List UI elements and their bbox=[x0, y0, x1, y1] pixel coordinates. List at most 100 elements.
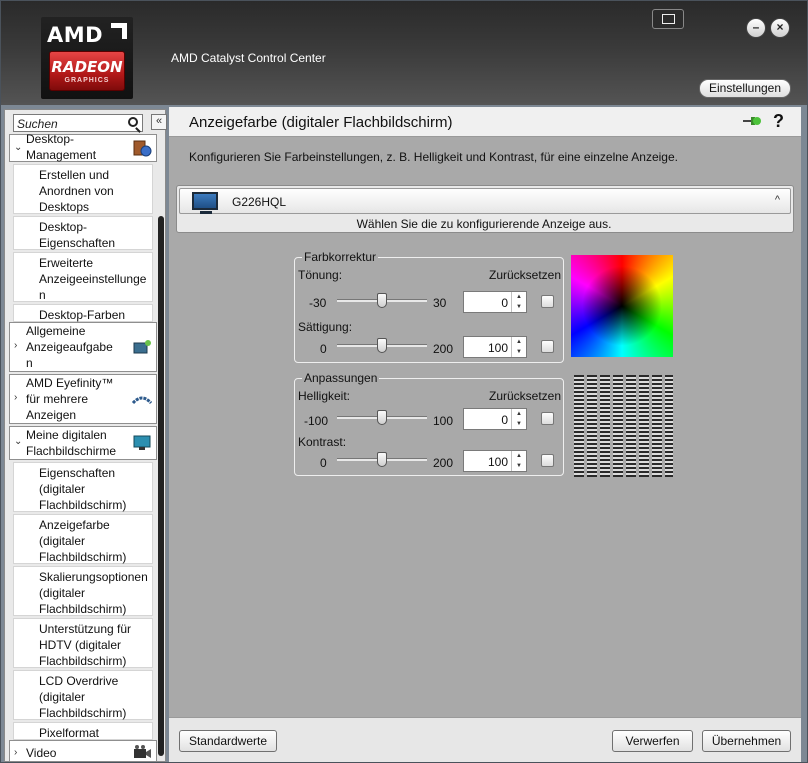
spinner-arrows-icon[interactable]: ▲ ▼ bbox=[511, 337, 526, 357]
nav-item-label: Desktop-Farben bbox=[39, 308, 126, 322]
nav-item-label: Unterstützung für HDTV (digitaler Flachb… bbox=[39, 622, 132, 668]
nav-category-general-display-tasks[interactable]: › Allgemeine Anzeigeaufgabe n bbox=[9, 322, 157, 372]
nav-item-display-color[interactable]: Anzeigefarbe (digitaler Flachbildschirm) bbox=[13, 514, 153, 564]
nav-category-amd-eyefinity[interactable]: › AMD Eyefinity™ für mehrere Anzeigen bbox=[9, 374, 157, 424]
chevron-up-icon[interactable]: ^ bbox=[775, 194, 780, 206]
spinner-arrows-icon[interactable]: ▲ ▼ bbox=[511, 409, 526, 429]
saturation-slider[interactable] bbox=[337, 338, 427, 353]
nav-item-label: LCD Overdrive (digitaler Flachbildschirm… bbox=[39, 674, 127, 720]
slider-thumb[interactable] bbox=[377, 293, 387, 308]
hue-value-input[interactable]: 0 ▲ ▼ bbox=[463, 291, 527, 313]
desktop-management-icon bbox=[133, 140, 152, 157]
nav-item-flat-panel-properties[interactable]: Eigenschaften (digitaler Flachbildschirm… bbox=[13, 462, 153, 512]
help-icon[interactable]: ? bbox=[773, 111, 784, 132]
defaults-button[interactable]: Standardwerte bbox=[179, 730, 277, 752]
slider-thumb[interactable] bbox=[377, 452, 387, 467]
nav-item-label: Pixelformat bbox=[39, 726, 100, 740]
search-input[interactable]: Suchen bbox=[13, 114, 143, 132]
slider-thumb[interactable] bbox=[377, 338, 387, 353]
nav-item-label: Anzeigefarbe (digitaler Flachbildschirm) bbox=[39, 518, 127, 564]
nav-item-lcd-overdrive[interactable]: LCD Overdrive (digitaler Flachbildschirm… bbox=[13, 670, 153, 720]
nav-item-hdtv-support[interactable]: Unterstützung für HDTV (digitaler Flachb… bbox=[13, 618, 153, 668]
nav-item-label: Erstellen und Anordnen von Desktops bbox=[39, 168, 114, 214]
nav-item-create-arrange-desktops[interactable]: Erstellen und Anordnen von Desktops bbox=[13, 164, 153, 214]
sidebar-scrollbar[interactable] bbox=[158, 216, 164, 756]
minimize-button[interactable]: – bbox=[746, 18, 766, 38]
contrast-slider[interactable] bbox=[337, 452, 427, 467]
logo-graphics-text: GRAPHICS bbox=[64, 77, 110, 84]
color-preview-image bbox=[571, 255, 673, 357]
contrast-reset-checkbox[interactable] bbox=[541, 454, 554, 467]
page-header: Anzeigefarbe (digitaler Flachbildschirm)… bbox=[169, 107, 801, 137]
app-header: AMD RADEON GRAPHICS AMD Catalyst Control… bbox=[1, 1, 807, 105]
reset-label: Zurücksetzen bbox=[489, 389, 562, 403]
page-title: Anzeigefarbe (digitaler Flachbildschirm) bbox=[189, 114, 453, 131]
nav-category-desktop-management[interactable]: ⌄ Desktop- Management bbox=[9, 134, 157, 162]
radeon-badge: RADEON GRAPHICS bbox=[49, 51, 125, 91]
app-title: AMD Catalyst Control Center bbox=[171, 51, 326, 65]
display-switch-icon[interactable] bbox=[652, 9, 684, 29]
chevron-right-icon: › bbox=[14, 392, 18, 403]
saturation-reset-checkbox[interactable] bbox=[541, 340, 554, 353]
chevron-right-icon: › bbox=[14, 340, 18, 351]
display-tasks-icon bbox=[133, 340, 151, 354]
hue-label: Tönung: bbox=[298, 268, 343, 282]
spinner-arrows-icon[interactable]: ▲ ▼ bbox=[511, 292, 526, 312]
pin-icon[interactable] bbox=[743, 116, 761, 126]
contrast-min-label: 0 bbox=[320, 456, 327, 470]
navigation-tree: ⌄ Desktop- Management Erstellen und Anor… bbox=[9, 134, 157, 761]
nav-item-label: Skalierungsoptionen (digitaler Flachbild… bbox=[39, 570, 148, 616]
brightness-label: Helligkeit: bbox=[298, 389, 351, 403]
contrast-label: Kontrast: bbox=[298, 435, 347, 449]
footer-bar: Standardwerte Verwerfen Übernehmen bbox=[169, 717, 801, 762]
logo-amd-text: AMD bbox=[47, 23, 104, 47]
adjustments-title: Anpassungen bbox=[302, 371, 380, 385]
hue-slider[interactable] bbox=[337, 293, 427, 308]
apply-button[interactable]: Übernehmen bbox=[702, 730, 791, 752]
nav-item-advanced-display-settings[interactable]: Erweiterte Anzeigeeinstellunge n bbox=[13, 252, 153, 302]
slider-thumb[interactable] bbox=[377, 410, 387, 425]
settings-button[interactable]: Einstellungen bbox=[699, 79, 791, 98]
discard-button[interactable]: Verwerfen bbox=[612, 730, 693, 752]
nav-category-my-digital-flat-panels[interactable]: ⌄ Meine digitalen Flachbildschirme bbox=[9, 426, 157, 460]
contrast-value-input[interactable]: 100 ▲ ▼ bbox=[463, 450, 527, 472]
brightness-value-input[interactable]: 0 ▲ ▼ bbox=[463, 408, 527, 430]
nav-category-label: AMD Eyefinity™ für mehrere Anzeigen bbox=[26, 376, 114, 422]
nav-item-label: Erweiterte Anzeigeeinstellunge n bbox=[39, 256, 147, 302]
monitor-icon bbox=[192, 192, 218, 214]
close-button[interactable]: × bbox=[770, 18, 790, 38]
hue-reset-checkbox[interactable] bbox=[541, 295, 554, 308]
nav-category-label: Meine digitalen Flachbildschirme bbox=[26, 428, 117, 458]
nav-item-desktop-colors[interactable]: Desktop-Farben bbox=[13, 304, 153, 322]
nav-item-desktop-properties[interactable]: Desktop- Eigenschaften bbox=[13, 216, 153, 250]
display-selector-hint: Wählen Sie die zu konfigurierende Anzeig… bbox=[356, 217, 612, 231]
color-correction-group: Farbkorrektur Tönung: Zurücksetzen -30 3… bbox=[294, 250, 564, 363]
saturation-value-input[interactable]: 100 ▲ ▼ bbox=[463, 336, 527, 358]
saturation-min-label: 0 bbox=[320, 342, 327, 356]
brightness-reset-checkbox[interactable] bbox=[541, 412, 554, 425]
selected-display-name: G226HQL bbox=[232, 195, 287, 209]
app-window: AMD RADEON GRAPHICS AMD Catalyst Control… bbox=[0, 0, 808, 763]
nav-category-label: Video bbox=[26, 746, 57, 760]
contrast-max-label: 200 bbox=[433, 456, 454, 470]
brightness-slider[interactable] bbox=[337, 410, 427, 425]
flat-panel-icon bbox=[133, 435, 151, 450]
brightness-min-label: -100 bbox=[304, 414, 329, 428]
logo-radeon-text: RADEON bbox=[51, 58, 123, 76]
saturation-max-label: 200 bbox=[433, 342, 454, 356]
search-icon[interactable] bbox=[128, 117, 138, 127]
display-selector-panel: G226HQL ^ Wählen Sie die zu konfiguriere… bbox=[176, 185, 794, 233]
nav-category-video[interactable]: › Video bbox=[9, 740, 157, 761]
brightness-value: 0 bbox=[501, 413, 508, 427]
spinner-arrows-icon[interactable]: ▲ ▼ bbox=[511, 451, 526, 471]
brightness-max-label: 100 bbox=[433, 414, 454, 428]
display-selector[interactable]: G226HQL ^ bbox=[179, 188, 791, 214]
navigation-sidebar: Suchen « ⌄ Desktop- Management Erstellen… bbox=[4, 109, 167, 762]
search-placeholder: Suchen bbox=[17, 117, 58, 131]
nav-item-label: Eigenschaften (digitaler Flachbildschirm… bbox=[39, 466, 127, 512]
nav-category-label: Desktop- Management bbox=[26, 134, 97, 162]
hue-min-label: -30 bbox=[309, 296, 327, 310]
nav-item-scaling-options[interactable]: Skalierungsoptionen (digitaler Flachbild… bbox=[13, 566, 153, 616]
nav-item-pixel-format[interactable]: Pixelformat bbox=[13, 722, 153, 740]
collapse-sidebar-button[interactable]: « bbox=[151, 114, 167, 130]
